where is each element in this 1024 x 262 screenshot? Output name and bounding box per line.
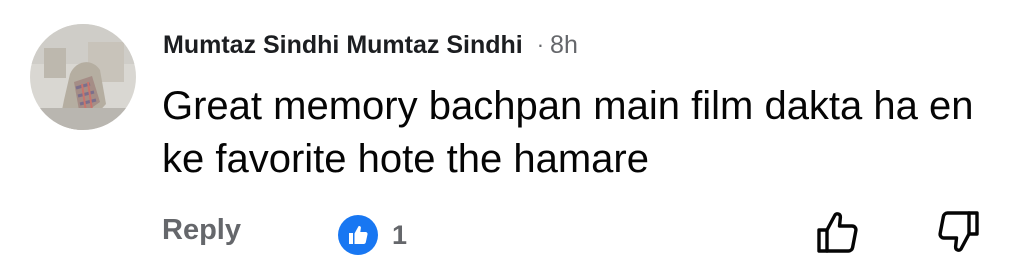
reply-button[interactable]: Reply [162,214,241,247]
comment-text: Great memory bachpan main film dakta ha … [162,84,974,181]
reaction-count: 1 [392,219,408,250]
thumbs-down-outline-icon[interactable] [934,208,982,256]
reaction-summary[interactable]: 1 [338,215,407,255]
author-name[interactable]: Mumtaz Sindhi Mumtaz Sindhi [163,31,523,60]
avatar-image [30,24,136,130]
comment-timestamp[interactable]: 8h [550,31,578,60]
avatar[interactable] [30,24,136,130]
separator-dot: · [536,32,545,57]
comment-header: Mumtaz Sindhi Mumtaz Sindhi · 8h [163,25,578,65]
thumbs-up-outline-icon[interactable] [814,208,862,256]
like-icon [338,215,378,255]
